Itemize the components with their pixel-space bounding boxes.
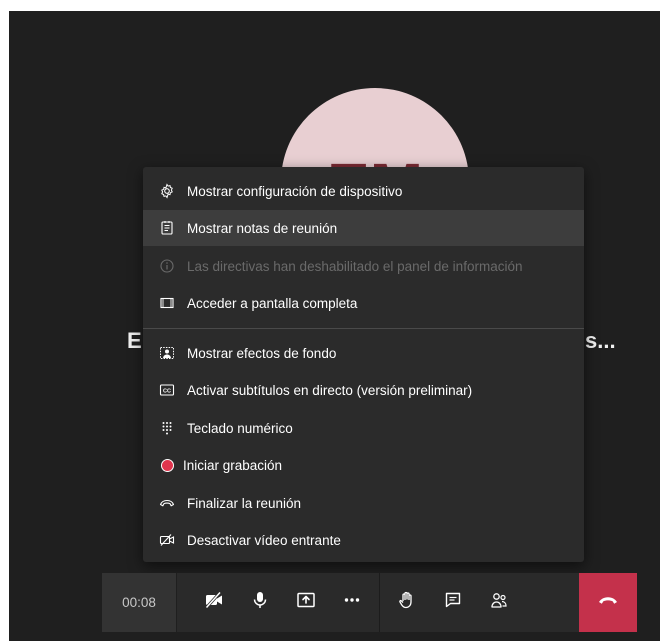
microphone-icon — [250, 590, 270, 615]
participant-name-start: E — [127, 328, 142, 353]
menu-separator — [143, 328, 584, 329]
menu-item-start-recording[interactable]: Iniciar grabación — [143, 447, 584, 483]
video-off-icon — [159, 532, 175, 548]
more-options-icon — [342, 590, 362, 615]
menu-item-label: Iniciar grabación — [183, 457, 283, 473]
menu-item-end-meeting[interactable]: Finalizar la reunión — [143, 485, 584, 521]
more-options-button[interactable] — [329, 573, 375, 632]
camera-off-icon — [204, 590, 224, 615]
toolbar-divider — [379, 573, 380, 632]
menu-item-label: Mostrar efectos de fondo — [187, 345, 337, 361]
share-screen-button[interactable] — [283, 573, 329, 632]
share-screen-icon — [296, 590, 316, 615]
menu-item-live-captions[interactable]: CC Activar subtítulos en directo (versió… — [143, 372, 584, 408]
dialpad-icon — [159, 420, 175, 436]
menu-item-label: Las directivas han deshabilitado el pane… — [187, 258, 523, 274]
menu-item-label: Desactivar vídeo entrante — [187, 532, 341, 548]
raise-hand-icon — [397, 590, 417, 615]
menu-item-disable-incoming-video[interactable]: Desactivar vídeo entrante — [143, 522, 584, 558]
call-timer: 00:08 — [102, 573, 177, 632]
menu-item-label: Mostrar configuración de dispositivo — [187, 183, 403, 199]
menu-item-meeting-notes[interactable]: Mostrar notas de reunión — [143, 210, 584, 246]
menu-item-background-effects[interactable]: Mostrar efectos de fondo — [143, 335, 584, 371]
hang-up-button[interactable] — [579, 573, 637, 632]
camera-toggle-button[interactable] — [191, 573, 237, 632]
menu-item-device-settings[interactable]: Mostrar configuración de dispositivo — [143, 173, 584, 209]
record-icon — [159, 457, 175, 473]
microphone-button[interactable] — [237, 573, 283, 632]
raise-hand-button[interactable] — [384, 573, 430, 632]
notes-icon — [159, 220, 175, 236]
chat-icon — [443, 590, 463, 615]
menu-item-info-panel-disabled: Las directivas han deshabilitado el pane… — [143, 248, 584, 284]
more-options-menu: Mostrar configuración de dispositivo Mos… — [143, 167, 584, 562]
closed-captions-icon: CC — [159, 382, 175, 398]
participants-icon — [489, 590, 509, 615]
hang-up-icon — [597, 589, 619, 616]
chat-button[interactable] — [430, 573, 476, 632]
participant-name-end: s... — [585, 328, 616, 353]
menu-item-fullscreen[interactable]: Acceder a pantalla completa — [143, 285, 584, 321]
menu-item-label: Teclado numérico — [187, 420, 293, 436]
menu-item-label: Activar subtítulos en directo (versión p… — [187, 382, 473, 398]
participants-button[interactable] — [476, 573, 522, 632]
info-icon — [159, 258, 175, 274]
gear-icon — [159, 183, 175, 199]
menu-item-dialpad[interactable]: Teclado numérico — [143, 410, 584, 446]
menu-item-label: Finalizar la reunión — [187, 495, 302, 511]
meeting-toolbar: 00:08 — [102, 573, 637, 632]
end-meeting-icon — [159, 495, 175, 511]
menu-item-label: Mostrar notas de reunión — [187, 220, 338, 236]
menu-item-label: Acceder a pantalla completa — [187, 295, 358, 311]
background-effects-icon — [159, 345, 175, 361]
svg-text:CC: CC — [163, 389, 171, 395]
fullscreen-icon — [159, 295, 175, 311]
